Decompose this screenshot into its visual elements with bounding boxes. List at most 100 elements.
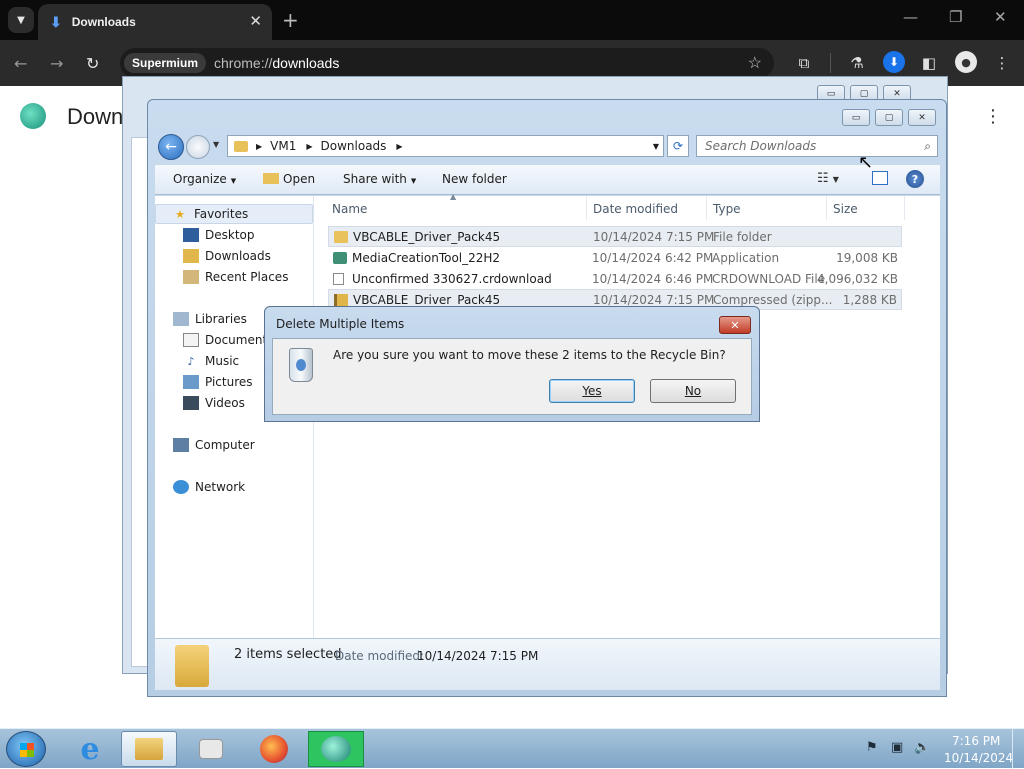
yes-button[interactable]: Yes	[549, 379, 635, 403]
chevron-right-icon[interactable]: ▶	[396, 142, 402, 151]
open-folder-icon	[263, 173, 279, 184]
file-row[interactable]: VBCABLE_Driver_Pack45 10/14/2024 7:15 PM…	[328, 226, 902, 247]
dialog-close-icon[interactable]: ✕	[719, 316, 751, 334]
preview-pane-icon[interactable]	[872, 171, 888, 185]
download-indicator-icon[interactable]: ⬇	[883, 51, 905, 73]
taskbar-explorer[interactable]	[121, 731, 177, 767]
nav-downloads[interactable]: Downloads	[155, 246, 313, 266]
browser-tab-downloads[interactable]: ⬇ Downloads ✕	[38, 4, 272, 40]
dialog-title: Delete Multiple Items	[276, 317, 405, 331]
column-header-size[interactable]: Size	[833, 202, 858, 216]
close-icon[interactable]: ✕	[908, 109, 936, 126]
column-divider[interactable]	[586, 196, 587, 220]
reload-button[interactable]: ↻	[86, 54, 99, 73]
organize-button[interactable]: Organize ▼	[173, 172, 236, 186]
file-date: 10/14/2024 6:46 PM	[592, 271, 714, 286]
file-date: 10/14/2024 7:15 PM	[593, 292, 715, 307]
show-desktop-button[interactable]	[1012, 729, 1024, 769]
new-tab-button[interactable]: +	[282, 8, 299, 32]
share-with-button[interactable]: Share with ▼	[343, 172, 416, 186]
clock-date[interactable]: 10/14/2024	[944, 751, 1013, 765]
pictures-icon	[183, 375, 199, 389]
breadcrumb-vm1[interactable]: VM1	[270, 139, 296, 153]
start-button[interactable]	[6, 731, 46, 767]
menu-kebab-icon[interactable]: ⋮	[991, 52, 1013, 74]
forward-arrow-icon[interactable]	[186, 135, 210, 159]
column-header-date[interactable]: Date modified	[593, 202, 678, 216]
column-divider[interactable]	[904, 196, 905, 220]
download-icon: ⬇	[50, 13, 62, 30]
nav-network[interactable]: Network	[155, 477, 313, 497]
taskbar-supermium[interactable]	[308, 731, 364, 767]
restore-icon[interactable]: ❐	[949, 8, 962, 26]
minimize-icon[interactable]: ▭	[842, 109, 870, 126]
page-menu-icon[interactable]: ⋮	[984, 106, 1002, 127]
column-divider[interactable]	[706, 196, 707, 220]
chevron-right-icon[interactable]: ▶	[306, 142, 312, 151]
minimize-icon[interactable]: —	[903, 8, 918, 26]
search-icon[interactable]: ⌕	[924, 139, 931, 154]
help-icon[interactable]: ?	[906, 170, 924, 188]
labs-flask-icon[interactable]: ⚗	[846, 52, 868, 74]
profile-avatar-icon[interactable]: ●	[955, 51, 977, 73]
taskbar-internet-explorer[interactable]: e	[62, 731, 118, 767]
site-chip[interactable]: Supermium	[124, 53, 207, 73]
back-arrow-icon[interactable]: ←	[158, 134, 184, 160]
nav-computer[interactable]: Computer	[155, 435, 313, 455]
date-modified-label: Date modified:	[335, 649, 425, 663]
forward-button[interactable]: →	[50, 54, 63, 73]
folder-icon	[234, 140, 248, 152]
refresh-icon[interactable]: ⟳	[667, 135, 689, 157]
file-type: File folder	[713, 229, 772, 244]
file-row[interactable]: MediaCreationTool_22H2 10/14/2024 6:42 P…	[328, 247, 902, 268]
chevron-right-icon[interactable]: ▶	[256, 142, 262, 151]
file-name: VBCABLE_Driver_Pack45	[353, 292, 501, 307]
tab-title: Downloads	[71, 15, 136, 29]
maximize-icon[interactable]: ▢	[875, 109, 903, 126]
file-type: Compressed (zipp...	[713, 292, 833, 307]
history-dropdown-icon[interactable]: ▼	[213, 140, 219, 149]
volume-icon[interactable]: 🔈	[914, 740, 930, 755]
column-divider[interactable]	[826, 196, 827, 220]
file-row[interactable]: Unconfirmed 330627.crdownload 10/14/2024…	[328, 268, 902, 289]
column-header-type[interactable]: Type	[713, 202, 741, 216]
delete-confirm-dialog: Delete Multiple Items ✕ Are you sure you…	[264, 306, 760, 422]
details-pane: 2 items selected Date modified: 10/14/20…	[155, 638, 940, 690]
documents-icon	[183, 333, 199, 347]
date-modified-value: 10/14/2024 7:15 PM	[417, 649, 539, 663]
videos-icon	[183, 396, 199, 410]
file-size: 19,008 KB	[836, 250, 898, 265]
nav-desktop[interactable]: Desktop	[155, 225, 313, 245]
no-button[interactable]: No	[650, 379, 736, 403]
firefox-icon	[260, 735, 288, 763]
open-button[interactable]: Open	[263, 172, 315, 186]
explorer-address-bar[interactable]: ▶ VM1 ▶ Downloads ▶ ▼	[227, 135, 664, 157]
extensions-icon[interactable]: ⧉	[793, 52, 815, 74]
column-header-name[interactable]: Name	[332, 202, 367, 216]
nav-favorites[interactable]: ★ Favorites	[155, 204, 313, 224]
close-window-icon[interactable]: ✕	[994, 8, 1007, 26]
address-bar[interactable]: Supermium chrome://downloads ☆	[120, 48, 774, 78]
file-name: Unconfirmed 330627.crdownload	[352, 271, 552, 286]
clock-time[interactable]: 7:16 PM	[952, 734, 1000, 748]
breadcrumb-downloads[interactable]: Downloads	[321, 139, 387, 153]
recent-places-icon	[183, 270, 199, 284]
bookmark-star-icon[interactable]: ☆	[748, 53, 762, 73]
supermium-logo	[20, 103, 46, 129]
change-view-icon[interactable]: ☷ ▼	[817, 171, 839, 186]
star-icon: ★	[175, 207, 185, 221]
tab-search-button[interactable]: ▼	[8, 7, 34, 33]
close-tab-icon[interactable]: ✕	[249, 12, 262, 30]
side-panel-icon[interactable]: ◧	[918, 52, 940, 74]
taskbar-firefox[interactable]	[246, 731, 302, 767]
action-center-flag-icon[interactable]: ⚑	[866, 740, 878, 755]
back-button[interactable]: ←	[14, 54, 27, 73]
taskbar-media-player[interactable]	[183, 731, 239, 767]
nav-recent-places[interactable]: Recent Places	[155, 267, 313, 287]
search-input[interactable]: Search Downloads ⌕	[696, 135, 938, 157]
file-type: Application	[712, 250, 780, 265]
new-folder-button[interactable]: New folder	[442, 172, 507, 186]
address-dropdown-icon[interactable]: ▼	[653, 142, 659, 151]
network-tray-icon[interactable]: ▣	[891, 740, 903, 755]
music-icon: ♪	[187, 354, 195, 368]
